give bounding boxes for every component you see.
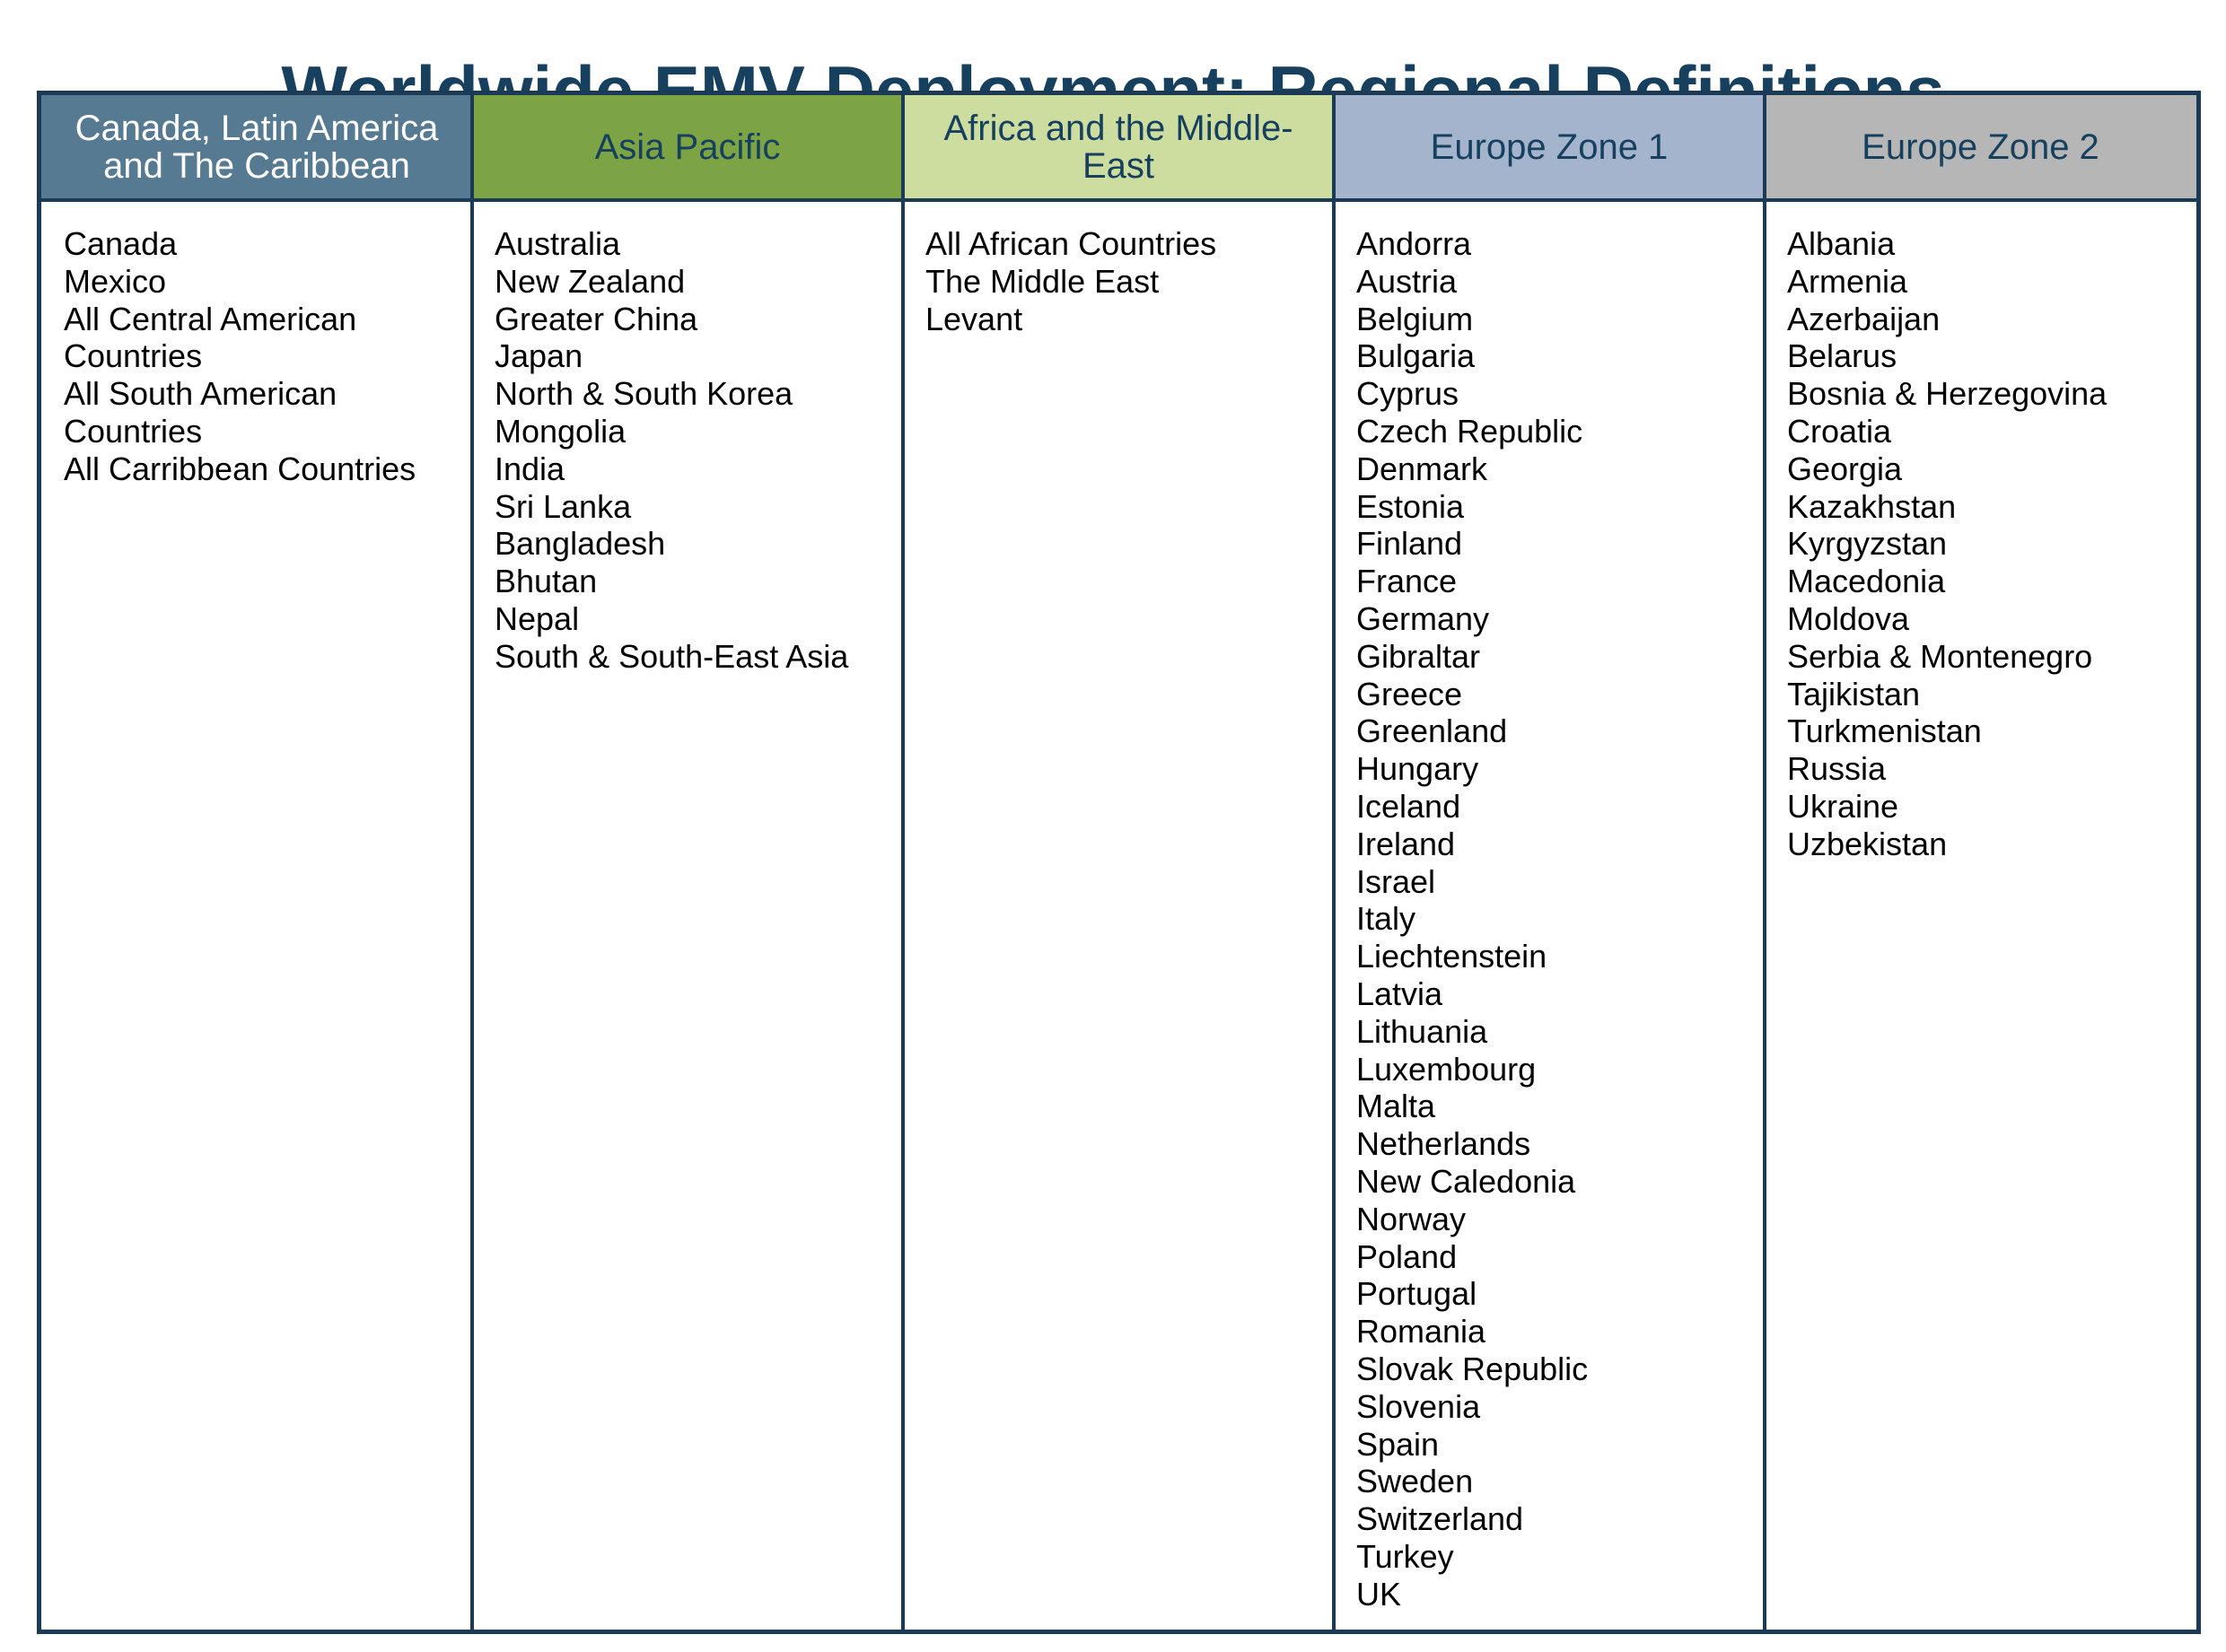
header-europe-zone-2: Europe Zone 2 [1765,95,2196,198]
header-label: Europe Zone 1 [1430,127,1669,167]
list-item: Kyrgyzstan [1787,525,1948,563]
list-item: Malta [1356,1088,1436,1125]
list-item: Romania [1356,1313,1486,1350]
list-europe-zone-1: Andorra Austria Belgium Bulgaria Cyprus Czech… [1334,202,1765,1613]
list-item: Estonia [1356,487,1465,525]
country-list: Andorra Austria Belgium Bulgaria Cyprus Czech… [1356,225,1765,1613]
list-item: Nepal [495,599,580,637]
list-item: Countries [64,337,203,375]
list-item: France [1356,563,1458,600]
list-item: Levant [925,300,1023,337]
list-item: All South American [64,375,337,413]
list-item: New Zealand [495,262,686,300]
list-item: Russia [1787,750,1887,788]
list-item: Japan [495,337,583,375]
list-item: Turkey [1356,1537,1454,1575]
header-label: Europe Zone 2 [1862,127,2099,167]
list-item: Slovenia [1356,1387,1481,1425]
list-item: Tajikistan [1787,675,1921,712]
list-item: Hungary [1356,750,1479,788]
list-item: Poland [1356,1237,1458,1275]
header-canada-latin-america-caribbean: Canada, Latin America and The Caribbean [41,95,472,198]
list-item: Liechtenstein [1356,938,1547,975]
list-item: Turkmenistan [1787,712,1982,750]
list-item: Australia [495,225,621,262]
country-list: Australia New Zealand Greater China Japan No… [495,225,903,676]
list-item: Spain [1356,1425,1440,1463]
list-item: Armenia [1787,262,1908,300]
list-item: Ireland [1356,825,1456,862]
list-item: Kazakhstan [1787,487,1957,525]
list-item: Bhutan [495,563,598,600]
list-africa-middle-east: All African Countries The Middle East Leva… [903,202,1334,337]
list-item: All African Countries [925,225,1217,262]
list-item: Luxembourg [1356,1050,1537,1088]
header-asia-pacific: Asia Pacific [472,95,903,198]
list-item: Uzbekistan [1787,825,1948,862]
list-asia-pacific: Australia New Zealand Greater China Japan No… [472,202,903,676]
list-item: New Caledonia [1356,1162,1576,1200]
list-item: Mongolia [495,412,627,450]
list-item: Macedonia [1787,563,1946,600]
list-item: Austria [1356,262,1458,300]
header-europe-zone-1: Europe Zone 1 [1334,95,1765,198]
list-item: Lithuania [1356,1012,1488,1050]
list-item: Netherlands [1356,1125,1531,1163]
header-row: Canada, Latin America and The Caribbean … [41,95,2196,202]
list-item: Moldova [1787,599,1910,637]
header-africa-middle-east: Africa and the Middle-East [903,95,1334,198]
list-item: Cyprus [1356,375,1459,413]
list-item: Bosnia & Herzegovina [1787,375,2108,413]
list-item: Sweden [1356,1463,1474,1500]
country-list: Albania Armenia Azerbaijan Belarus Bosnia & … [1787,225,2195,863]
header-label: Asia Pacific [594,127,781,167]
list-item: India [495,450,565,487]
list-item: Georgia [1787,450,1903,487]
list-item: Latvia [1356,975,1443,1012]
list-europe-zone-2: Albania Armenia Azerbaijan Belarus Bosnia & … [1765,202,2195,863]
list-item: Slovak Republic [1356,1350,1589,1387]
list-item: Gibraltar [1356,637,1481,675]
list-item: Italy [1356,900,1416,938]
country-list: Canada Mexico All Central American Countrie… [64,225,472,488]
header-label: Canada, Latin America and The Caribbean [74,108,439,186]
list-item: Belarus [1787,337,1897,375]
list-item: Andorra [1356,225,1472,262]
list-item: All Central American [64,300,357,337]
list-item: Bulgaria [1356,337,1476,375]
list-item: Ukraine [1787,787,1899,825]
list-item: Belgium [1356,300,1474,337]
list-item: All Carribbean Countries [64,450,416,487]
header-label: Africa and the Middle-East [943,108,1293,186]
list-item: Germany [1356,599,1490,637]
list-item: Greece [1356,675,1463,712]
region-table: Canada, Latin America and The Caribbean … [37,91,2201,1634]
list-item: Mexico [64,262,167,300]
list-item: Serbia & Montenegro [1787,637,2093,675]
list-item: The Middle East [925,262,1160,300]
country-list: All African Countries The Middle East Leva… [925,225,1334,337]
list-item: Finland [1356,525,1463,563]
list-item: Israel [1356,862,1436,900]
list-item: Azerbaijan [1787,300,1941,337]
list-item: Portugal [1356,1275,1477,1313]
list-item: Bangladesh [495,525,666,563]
list-canada-latin-america-caribbean: Canada Mexico All Central American Countrie… [41,202,472,488]
list-item: Albania [1787,225,1896,262]
list-item: South & South-East Asia [495,637,849,675]
list-item: Greater China [495,300,698,337]
list-item: Sri Lanka [495,487,632,525]
list-item: North & South Korea [495,375,793,413]
list-item: Denmark [1356,450,1488,487]
list-item: Switzerland [1356,1500,1524,1538]
list-item: Norway [1356,1200,1467,1237]
list-item: Croatia [1787,412,1892,450]
list-item: Czech Republic [1356,412,1583,450]
list-item: Iceland [1356,787,1461,825]
list-item: Greenland [1356,712,1508,750]
list-item: Canada [64,225,178,262]
list-item: Countries [64,412,203,450]
list-item: UK [1356,1575,1402,1613]
